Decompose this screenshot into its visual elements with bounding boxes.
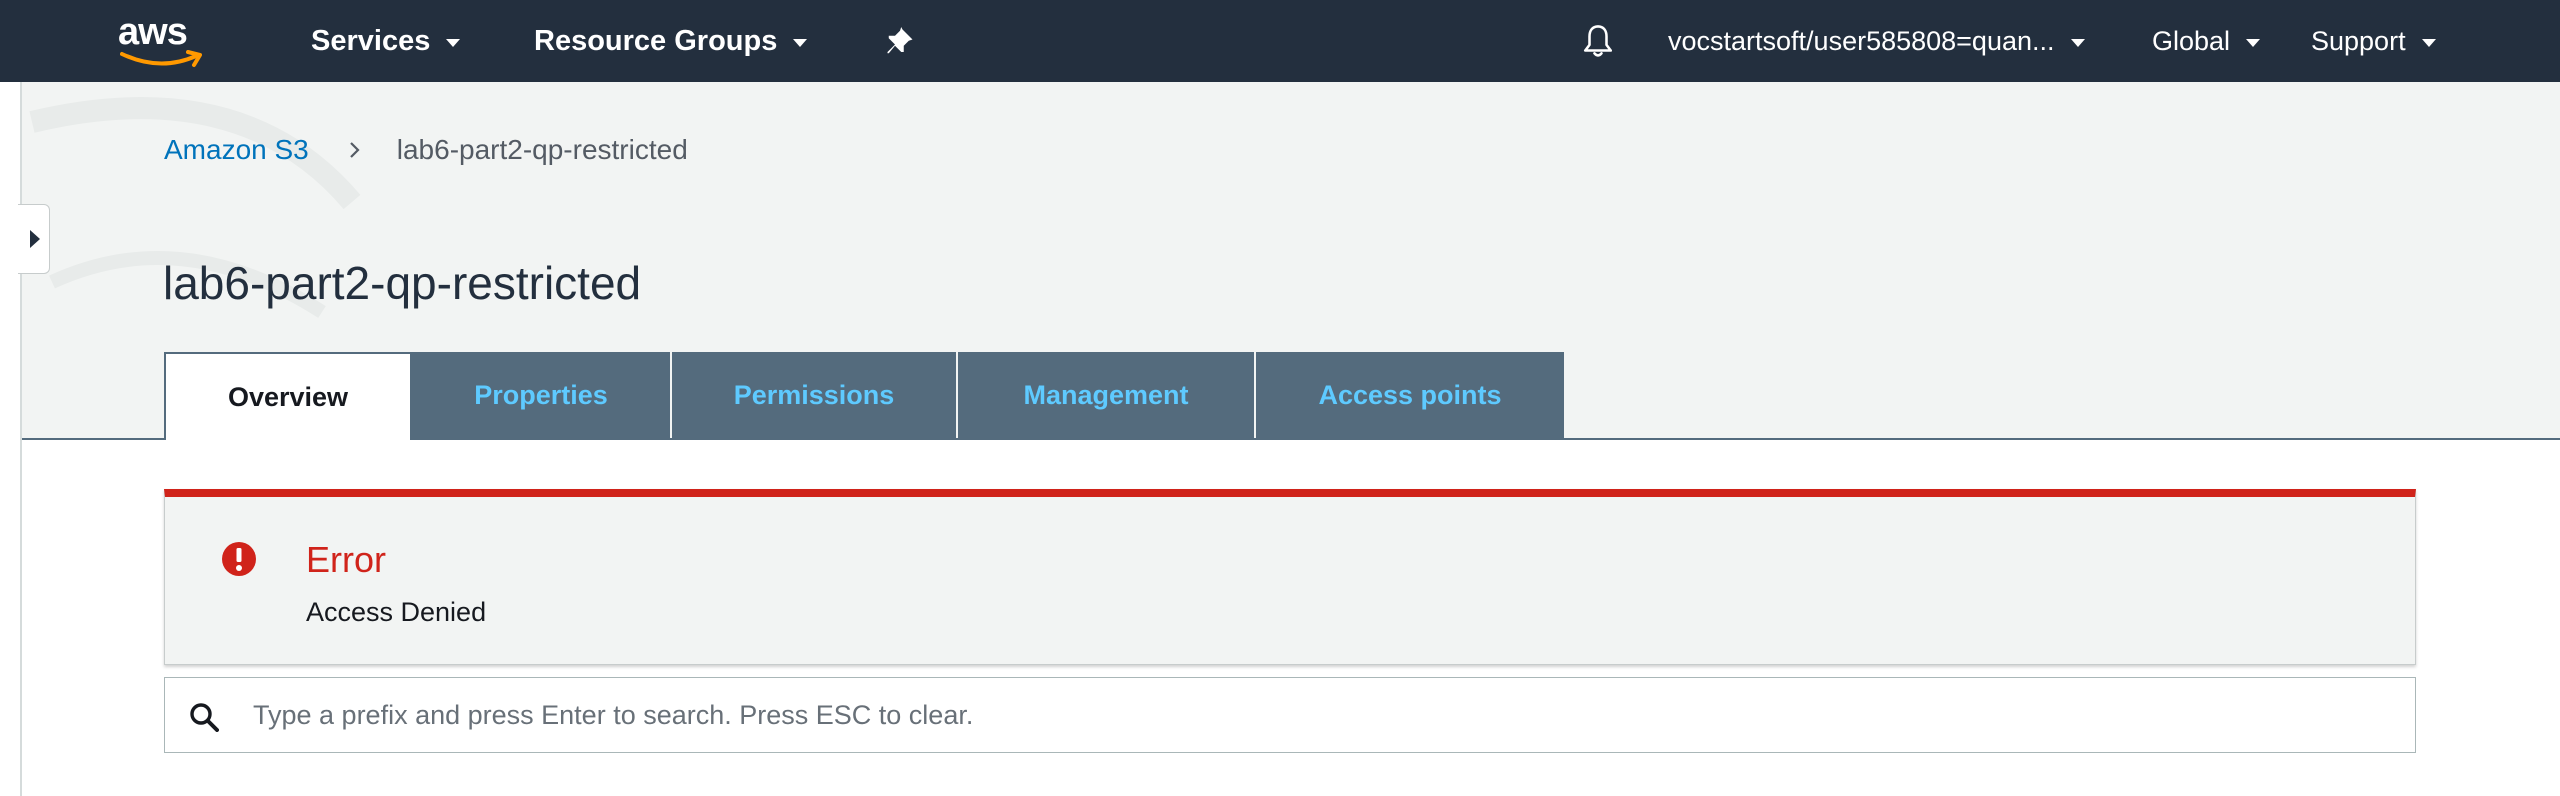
- expand-arrow-icon: [29, 230, 40, 248]
- tab-management[interactable]: Management: [958, 352, 1256, 438]
- aws-smile-icon: [120, 50, 202, 67]
- top-navigation-bar: aws Services Resource Groups vocstartsof…: [0, 0, 2560, 82]
- sidebar-toggle[interactable]: [18, 204, 50, 274]
- resource-groups-menu[interactable]: Resource Groups: [534, 0, 808, 82]
- bell-icon: [1583, 25, 1613, 57]
- support-label: Support: [2311, 25, 2406, 56]
- breadcrumb: Amazon S3 lab6-part2-qp-restricted: [164, 132, 688, 168]
- services-menu[interactable]: Services: [311, 0, 461, 82]
- tab-properties[interactable]: Properties: [412, 352, 672, 438]
- pin-button[interactable]: [880, 22, 920, 62]
- notifications-button[interactable]: [1578, 21, 1618, 63]
- aws-logo-text: aws: [118, 11, 188, 53]
- error-icon: [222, 542, 256, 576]
- services-label: Services: [311, 24, 431, 57]
- caret-down-icon: [446, 39, 461, 47]
- tab-access-points[interactable]: Access points: [1256, 352, 1564, 438]
- caret-down-icon: [2246, 39, 2261, 47]
- caret-down-icon: [2421, 39, 2436, 47]
- pin-icon: [887, 27, 913, 54]
- support-menu[interactable]: Support: [2311, 0, 2436, 82]
- chevron-right-icon: [349, 141, 361, 159]
- breadcrumb-amazon-s3-link[interactable]: Amazon S3: [164, 134, 309, 166]
- account-menu[interactable]: vocstartsoft/user585808=quan...: [1668, 0, 2085, 82]
- resource-groups-label: Resource Groups: [534, 24, 778, 57]
- region-label: Global: [2152, 25, 2231, 56]
- bucket-tabs: Overview Properties Permissions Manageme…: [164, 352, 1564, 440]
- tab-overview[interactable]: Overview: [164, 352, 412, 440]
- alert-message: Access Denied: [306, 597, 487, 627]
- tab-permissions[interactable]: Permissions: [672, 352, 958, 438]
- page-title: lab6-part2-qp-restricted: [163, 257, 642, 309]
- caret-down-icon: [793, 39, 808, 47]
- error-alert: Error Access Denied: [164, 489, 2416, 665]
- aws-logo[interactable]: aws: [118, 12, 208, 70]
- region-menu[interactable]: Global: [2152, 0, 2261, 82]
- search-icon: [190, 703, 219, 732]
- account-label: vocstartsoft/user585808=quan...: [1668, 25, 2055, 56]
- left-divider: [20, 82, 22, 796]
- breadcrumb-current: lab6-part2-qp-restricted: [396, 134, 688, 165]
- prefix-search-box: [164, 677, 2416, 753]
- search-input[interactable]: [253, 678, 2393, 752]
- alert-title: Error: [306, 539, 386, 580]
- caret-down-icon: [2070, 39, 2085, 47]
